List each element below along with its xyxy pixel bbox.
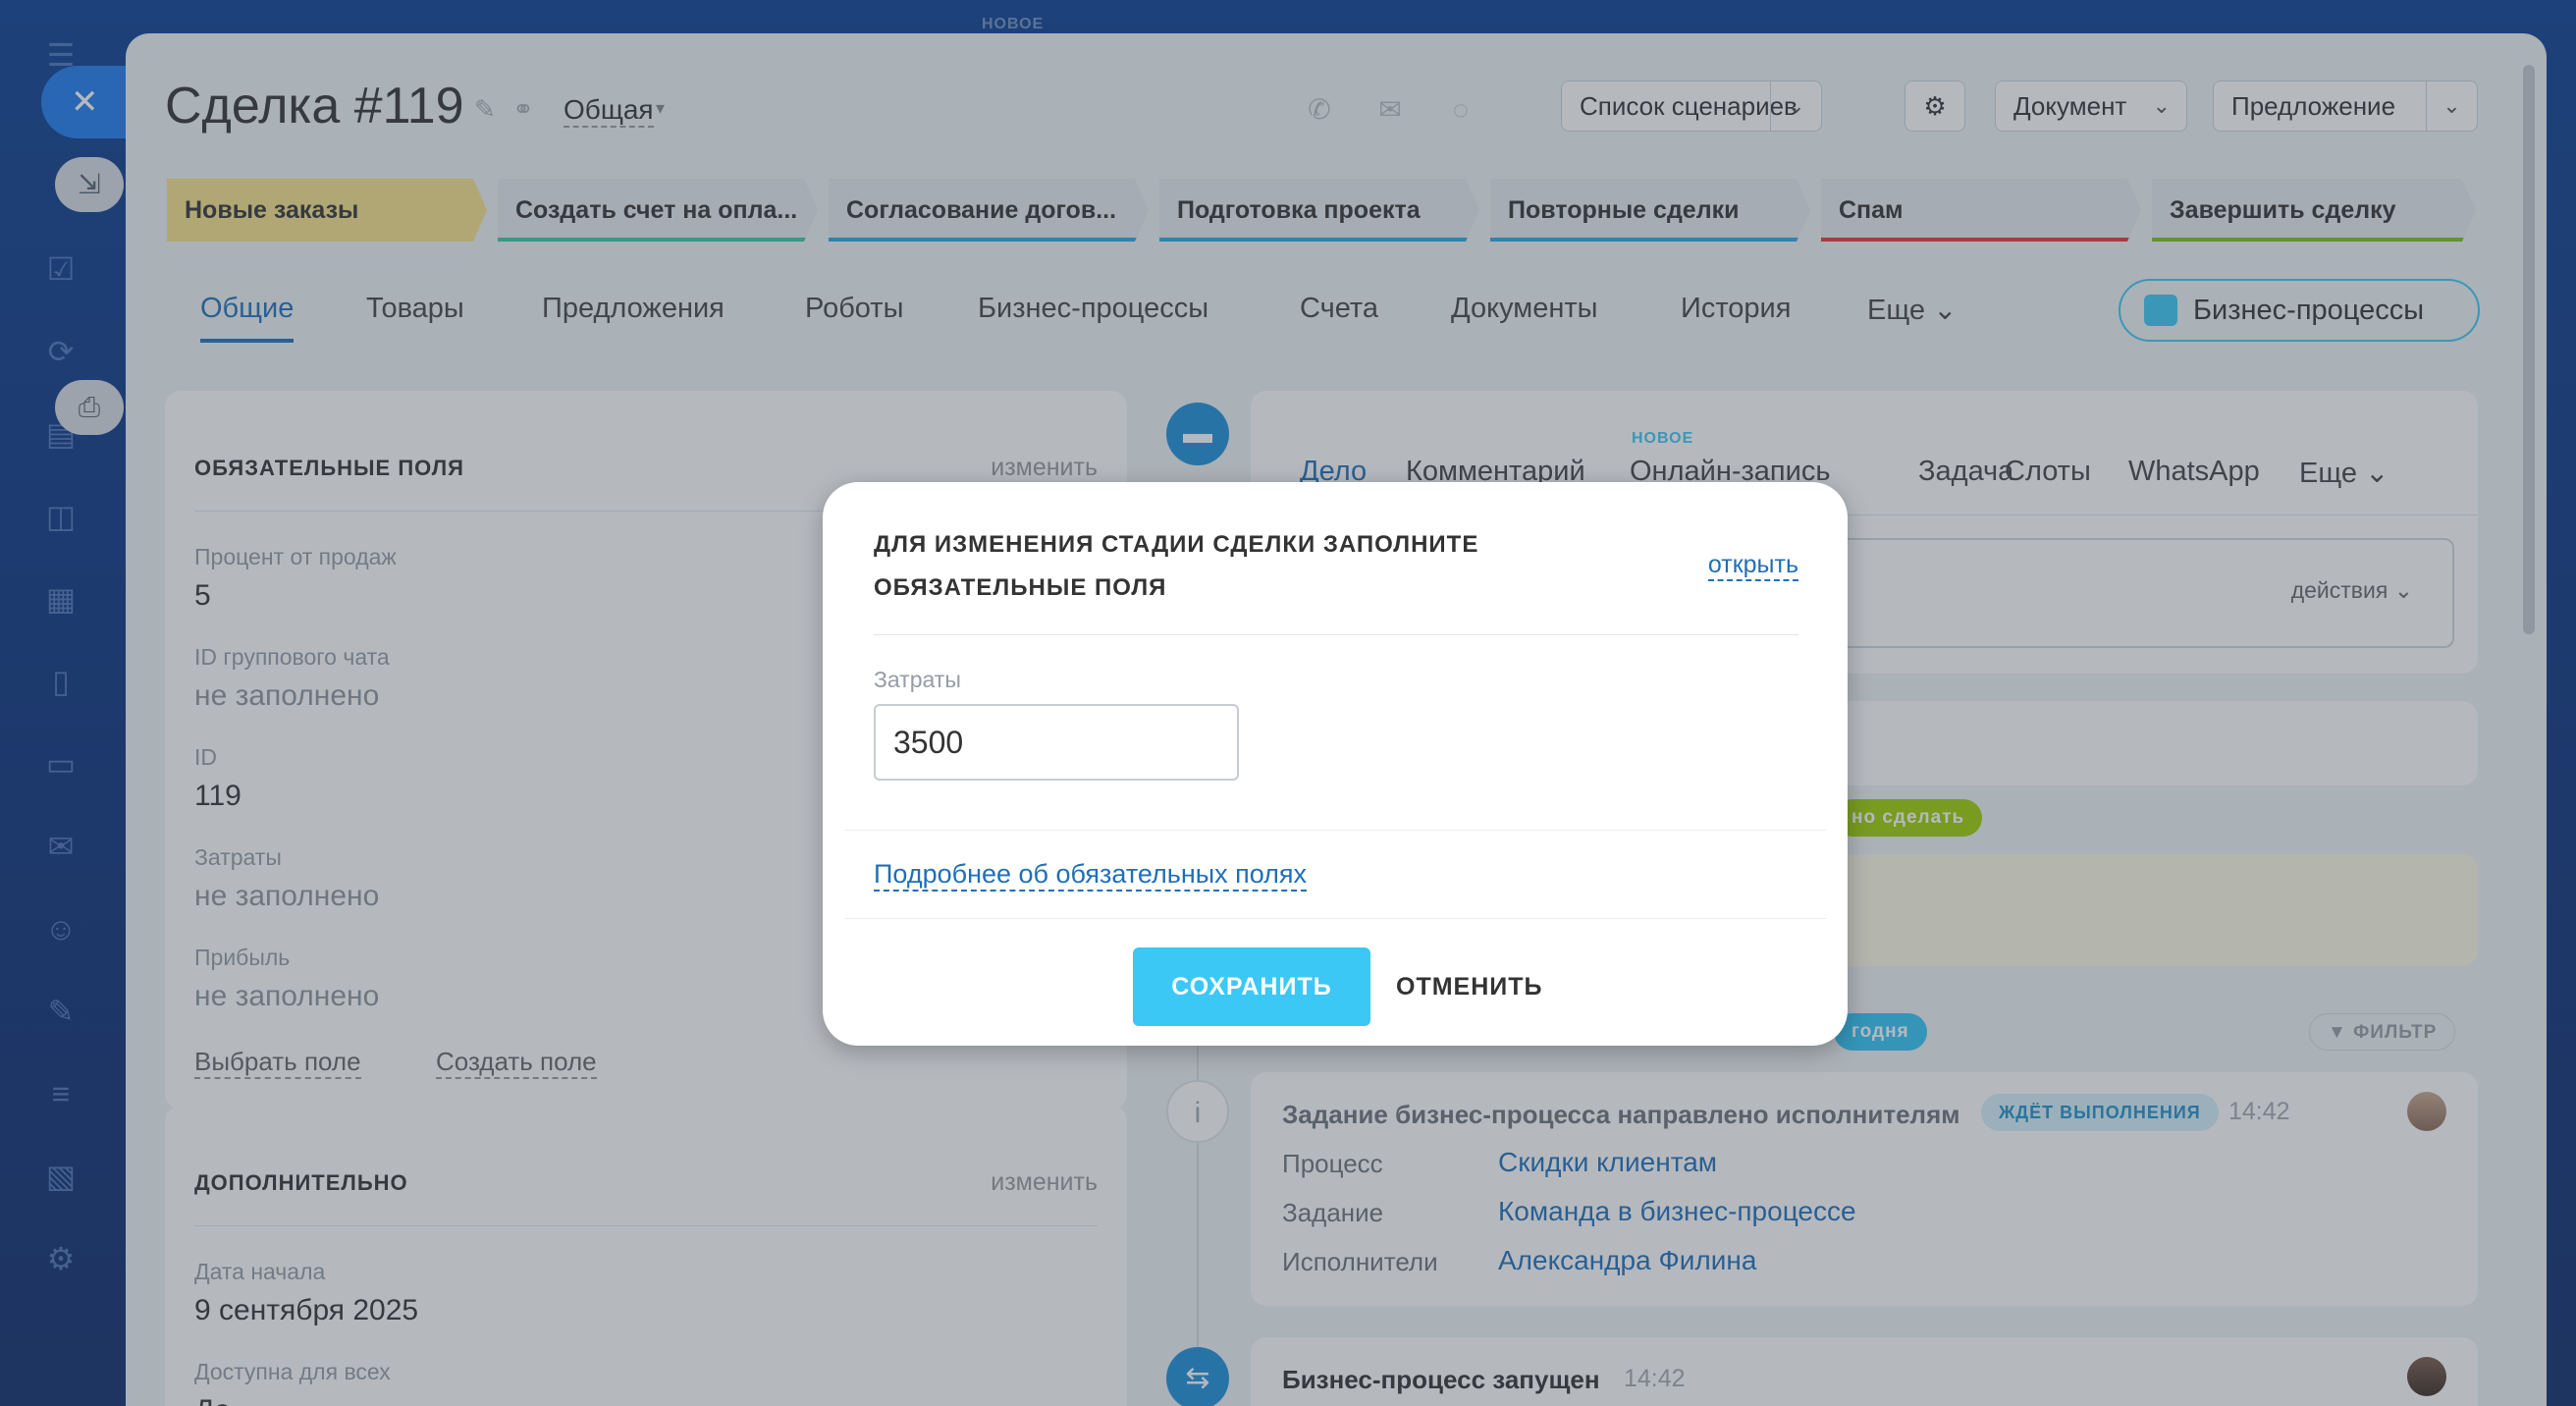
divider [844,918,1826,919]
divider [844,830,1826,831]
divider [874,634,1798,635]
dialog-heading: ДЛЯ ИЗМЕНЕНИЯ СТАДИИ СДЕЛКИ ЗАПОЛНИТЕ ОБ… [874,531,1479,601]
save-button[interactable]: СОХРАНИТЬ [1133,947,1370,1026]
costs-input[interactable] [874,704,1239,781]
required-fields-dialog: ДЛЯ ИЗМЕНЕНИЯ СТАДИИ СДЕЛКИ ЗАПОЛНИТЕ ОБ… [823,482,1848,1046]
costs-field-label: Затраты [874,667,961,692]
open-link[interactable]: открыть [1707,551,1798,581]
cancel-button[interactable]: ОТМЕНИТЬ [1396,947,1542,1026]
learn-more-link[interactable]: Подробнее об обязательных полях [874,859,1308,892]
